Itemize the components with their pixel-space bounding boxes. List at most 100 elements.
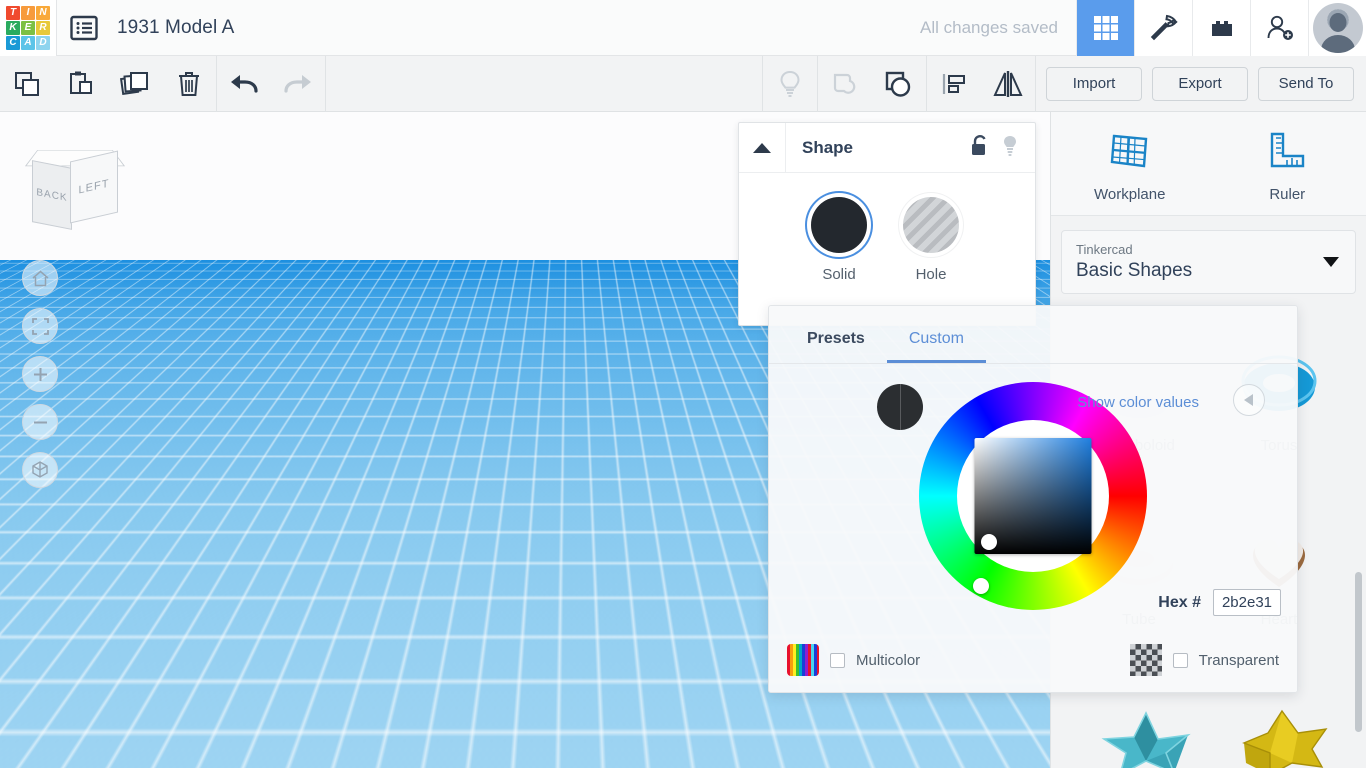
multicolor-swatch <box>787 644 819 676</box>
snap-grid-row: Snap Grid 0.1 mm <box>880 729 1044 758</box>
blocks-icon[interactable] <box>1192 0 1250 56</box>
multicolor-group: Multicolor <box>787 644 920 676</box>
page-title: 1931 Model A <box>117 17 234 39</box>
add-user-icon[interactable] <box>1250 0 1308 56</box>
selection-handle[interactable] <box>479 640 492 653</box>
hex-input[interactable] <box>1213 589 1281 616</box>
grid-controls: Edit Grid Snap Grid 0.1 mm <box>880 698 1044 758</box>
selection-handle[interactable] <box>608 508 621 521</box>
logo-tile: E <box>21 21 35 35</box>
export-button[interactable]: Export <box>1152 67 1248 101</box>
snap-grid-value: 0.1 mm <box>967 735 1017 752</box>
logo-tile: R <box>36 21 50 35</box>
unlock-icon[interactable] <box>970 134 989 162</box>
delete-icon[interactable] <box>162 56 216 112</box>
selection-handle[interactable] <box>734 653 747 666</box>
tinkercad-app: T I N K E R C A D 1931 Model A All chang… <box>0 0 1366 768</box>
hue-color-wheel[interactable] <box>919 382 1147 610</box>
import-button[interactable]: Import <box>1046 67 1142 101</box>
multicolor-checkbox[interactable] <box>830 653 845 668</box>
avatar[interactable] <box>1308 0 1366 56</box>
hex-label: Hex # <box>1158 594 1201 612</box>
snap-grid-select[interactable]: 0.1 mm <box>957 729 1044 758</box>
pickaxe-icon[interactable] <box>1134 0 1192 56</box>
sidebar-tools: Workplane Ruler <box>1051 112 1366 216</box>
ungroup-icon[interactable] <box>872 56 926 112</box>
chevron-down-icon <box>1323 257 1339 267</box>
shape-panel-body: Solid Hole <box>739 173 1035 283</box>
logo-tile: K <box>6 21 20 35</box>
transparent-swatch <box>1130 644 1162 676</box>
shape-panel-icons <box>970 134 1035 162</box>
tinkercad-logo[interactable]: T I N K E R C A D <box>0 0 56 56</box>
hole-option[interactable]: Hole <box>903 193 959 283</box>
color-picker-popover: Presets Custom Show color values Hex # M… <box>768 305 1298 693</box>
align-icon[interactable] <box>927 56 981 112</box>
solid-swatch <box>811 197 867 253</box>
lightbulb-icon[interactable] <box>763 56 817 112</box>
shape-library-select[interactable]: Tinkercad Basic Shapes <box>1061 230 1356 294</box>
top-bar: T I N K E R C A D 1931 Model A All chang… <box>0 0 1366 56</box>
home-view-button[interactable] <box>22 260 58 296</box>
sidebar-item-ruler[interactable]: Ruler <box>1209 112 1366 215</box>
transparent-label: Transparent <box>1199 652 1279 669</box>
multicolor-label: Multicolor <box>856 652 920 669</box>
current-color-swatch[interactable] <box>877 384 923 430</box>
fit-to-view-button[interactable] <box>22 308 58 344</box>
lightbulb-icon[interactable] <box>1001 134 1019 162</box>
copy-icon[interactable] <box>0 56 54 112</box>
ruler-icon <box>1265 130 1309 172</box>
hex-field-row: Hex # <box>1158 589 1281 616</box>
zoom-out-button[interactable] <box>22 404 58 440</box>
snap-grid-label: Snap Grid <box>880 735 948 752</box>
car-model[interactable] <box>285 277 785 677</box>
selection-handle[interactable] <box>591 704 604 717</box>
color-picker-tabs: Presets Custom <box>769 306 1297 364</box>
hole-swatch <box>903 197 959 253</box>
sv-knob[interactable] <box>981 534 997 550</box>
tab-presets[interactable]: Presets <box>785 324 887 363</box>
list-menu-icon[interactable] <box>57 0 111 56</box>
logo-tile: D <box>36 36 50 50</box>
redo-icon[interactable] <box>271 56 325 112</box>
view-cube-left-face[interactable]: LEFT <box>70 150 118 223</box>
group-icon[interactable] <box>818 56 872 112</box>
zoom-in-button[interactable] <box>22 356 58 392</box>
logo-tile: I <box>21 6 35 20</box>
transparent-checkbox[interactable] <box>1173 653 1188 668</box>
hole-label: Hole <box>903 266 959 283</box>
selection-handle[interactable] <box>611 601 624 614</box>
edit-grid-button[interactable]: Edit Grid <box>966 698 1044 723</box>
logo-tile: C <box>6 36 20 50</box>
chevron-left-circle-icon[interactable] <box>1233 384 1265 416</box>
sidebar-item-workplane[interactable]: Workplane <box>1051 112 1209 215</box>
library-name-label: Basic Shapes <box>1076 260 1341 282</box>
logo-tile: T <box>6 6 20 20</box>
shape-panel-title: Shape <box>802 138 853 158</box>
solid-label: Solid <box>811 266 867 283</box>
send-to-button[interactable]: Send To <box>1258 67 1354 101</box>
logo-tile: N <box>36 6 50 20</box>
collapse-triangle-icon[interactable] <box>739 123 786 173</box>
workplane-icon <box>1108 130 1152 172</box>
mirror-icon[interactable] <box>981 56 1035 112</box>
chevron-up-icon <box>1024 740 1034 747</box>
sidebar-item-label: Ruler <box>1209 186 1366 203</box>
hue-knob[interactable] <box>973 578 989 594</box>
grid-view-icon[interactable] <box>1076 0 1134 56</box>
undo-icon[interactable] <box>217 56 271 112</box>
paste-icon[interactable] <box>54 56 108 112</box>
logo-tile: A <box>21 36 35 50</box>
sidebar-item-label: Workplane <box>1051 186 1209 203</box>
library-group-label: Tinkercad <box>1076 242 1341 257</box>
view-cube-back-face[interactable]: BACK <box>32 160 72 230</box>
divider <box>325 56 326 112</box>
ortho-perspective-button[interactable] <box>22 452 58 488</box>
show-color-values-link[interactable]: Show color values <box>1077 394 1199 411</box>
duplicate-icon[interactable] <box>108 56 162 112</box>
sidebar-scrollbar[interactable] <box>1355 572 1362 732</box>
tab-custom[interactable]: Custom <box>887 324 986 363</box>
edit-toolbar: Import Export Send To <box>0 56 1366 112</box>
solid-option[interactable]: Solid <box>811 193 867 283</box>
view-cube[interactable]: BACK LEFT <box>26 140 126 232</box>
